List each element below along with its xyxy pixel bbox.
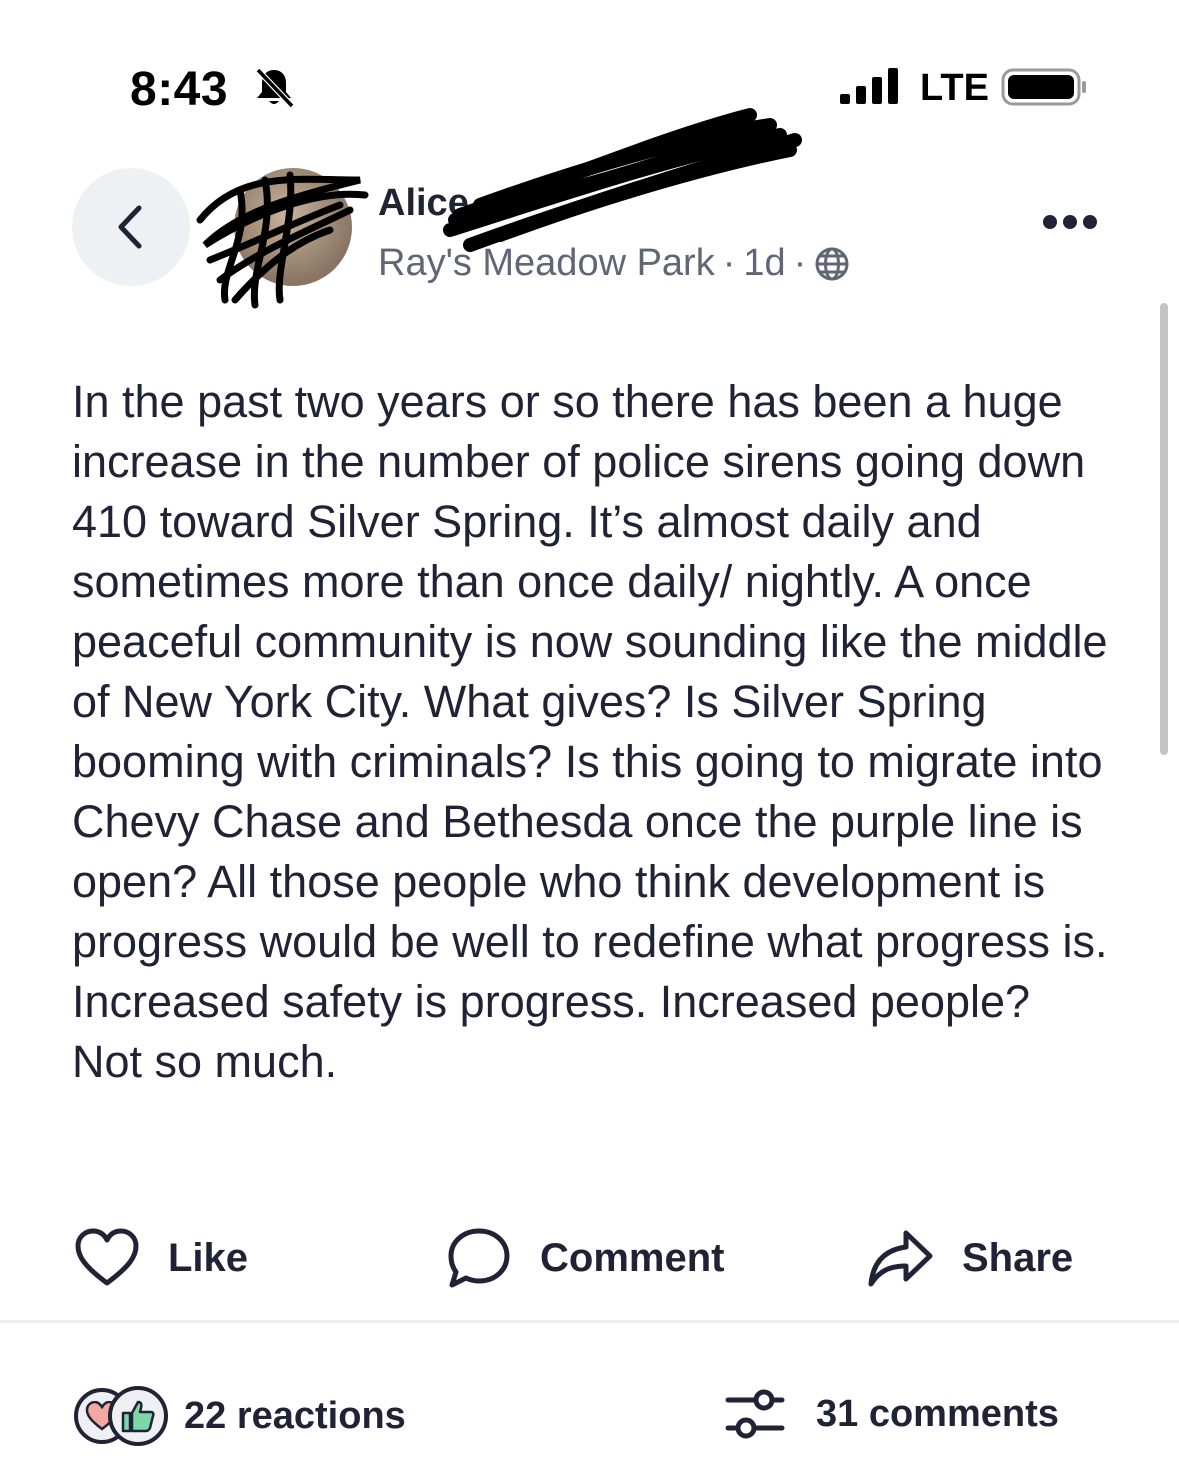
redaction-scribble-name: [443, 108, 802, 252]
comment-bubble-icon: [448, 1228, 510, 1288]
post-body: In the past two years or so there has be…: [72, 376, 1108, 1087]
reactions-summary[interactable]: 22 reactions: [74, 1386, 406, 1446]
like-button[interactable]: Like: [74, 1222, 248, 1294]
thumbs-up-reaction-icon: [108, 1386, 168, 1446]
comments-count: 31 comments: [816, 1392, 1059, 1435]
thumbs-up-icon: [121, 1400, 155, 1433]
sliders-icon: [725, 1389, 785, 1439]
network-label: LTE: [920, 67, 989, 109]
comments-summary[interactable]: 31 comments: [724, 1386, 1059, 1442]
post-meta: Ray's Meadow Park · 1d ·: [378, 242, 850, 285]
globe-icon: [815, 247, 849, 280]
status-time: 8:43: [130, 63, 229, 116]
meta-separator: ·: [722, 242, 736, 284]
like-label: Like: [168, 1235, 249, 1280]
chevron-left-icon: [118, 205, 142, 249]
heart-icon: [75, 1228, 139, 1286]
bell-slash-icon: [255, 67, 295, 108]
share-button[interactable]: Share: [866, 1222, 1073, 1294]
share-label: Share: [962, 1235, 1074, 1280]
post-age: 1d: [743, 242, 786, 284]
location-link[interactable]: Ray's Meadow Park: [378, 242, 715, 285]
redaction-scribble-avatar: [196, 171, 369, 309]
share-arrow-icon: [868, 1230, 933, 1287]
post-detail-screen: 8:43 LTE Alice Ray's Meadow Park · 1d · …: [0, 0, 1179, 1479]
reaction-icons: [74, 1386, 170, 1446]
battery-icon: [1001, 68, 1086, 106]
reactions-count: 22 reactions: [184, 1394, 406, 1437]
signal-icon: [840, 68, 898, 104]
more-horizontal-icon[interactable]: [1042, 213, 1098, 231]
post-actions: Like Comment Share: [0, 1222, 1179, 1294]
scrollbar[interactable]: [1160, 303, 1168, 755]
divider: [0, 1320, 1179, 1323]
comment-label: Comment: [540, 1235, 725, 1280]
meta-separator: ·: [793, 242, 807, 284]
comment-button[interactable]: Comment: [446, 1222, 724, 1294]
back-button[interactable]: [72, 168, 190, 286]
